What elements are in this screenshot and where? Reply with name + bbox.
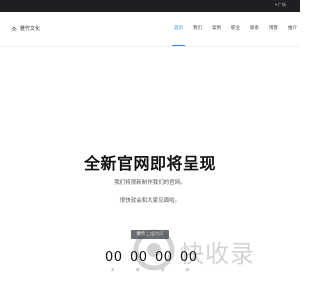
main-navbar: 雅竹文化 首页 我们 案例 职业 联系 博客 推介 <box>0 12 300 47</box>
countdown-label: 剩余上线时间 <box>136 232 164 237</box>
hero-title: 全新官网即将呈现 <box>83 154 216 173</box>
countdown-days-unit: 天 <box>111 268 115 272</box>
nav-item-about[interactable]: 我们 <box>188 12 207 46</box>
nav-item-promo[interactable]: 推介 <box>283 12 302 46</box>
countdown-days: 00 <box>105 250 123 265</box>
brand-logo[interactable]: 雅竹文化 <box>10 25 40 33</box>
nav-item-blog[interactable]: 博客 <box>264 12 283 46</box>
topbar-link[interactable]: +广场 <box>274 2 286 8</box>
hero-subtitle-1: 我们将很新制作我们的官网。 <box>114 180 186 186</box>
top-utility-bar: +广场 <box>0 0 300 12</box>
countdown-hours-unit: 时 <box>136 268 140 272</box>
countdown-hours: 00 <box>130 250 148 265</box>
hero-subtitle-2: 很快就会和大家见面啦。 <box>119 198 181 204</box>
countdown-seconds-unit: 秒 <box>186 268 190 272</box>
countdown-label-box: 剩余上线时间 <box>131 230 169 239</box>
nav-item-contact[interactable]: 联系 <box>245 12 264 46</box>
countdown-minutes: 00 <box>155 250 173 265</box>
nav-item-home[interactable]: 首页 <box>169 12 188 46</box>
nav-menu: 首页 我们 案例 职业 联系 博客 推介 <box>169 12 302 46</box>
nav-item-cases[interactable]: 案例 <box>207 12 226 46</box>
nav-item-careers[interactable]: 职业 <box>226 12 245 46</box>
logo-icon <box>10 26 18 32</box>
countdown-seconds: 00 <box>180 250 198 265</box>
countdown-minutes-unit: 分 <box>161 268 165 272</box>
brand-name: 雅竹文化 <box>20 26 41 32</box>
